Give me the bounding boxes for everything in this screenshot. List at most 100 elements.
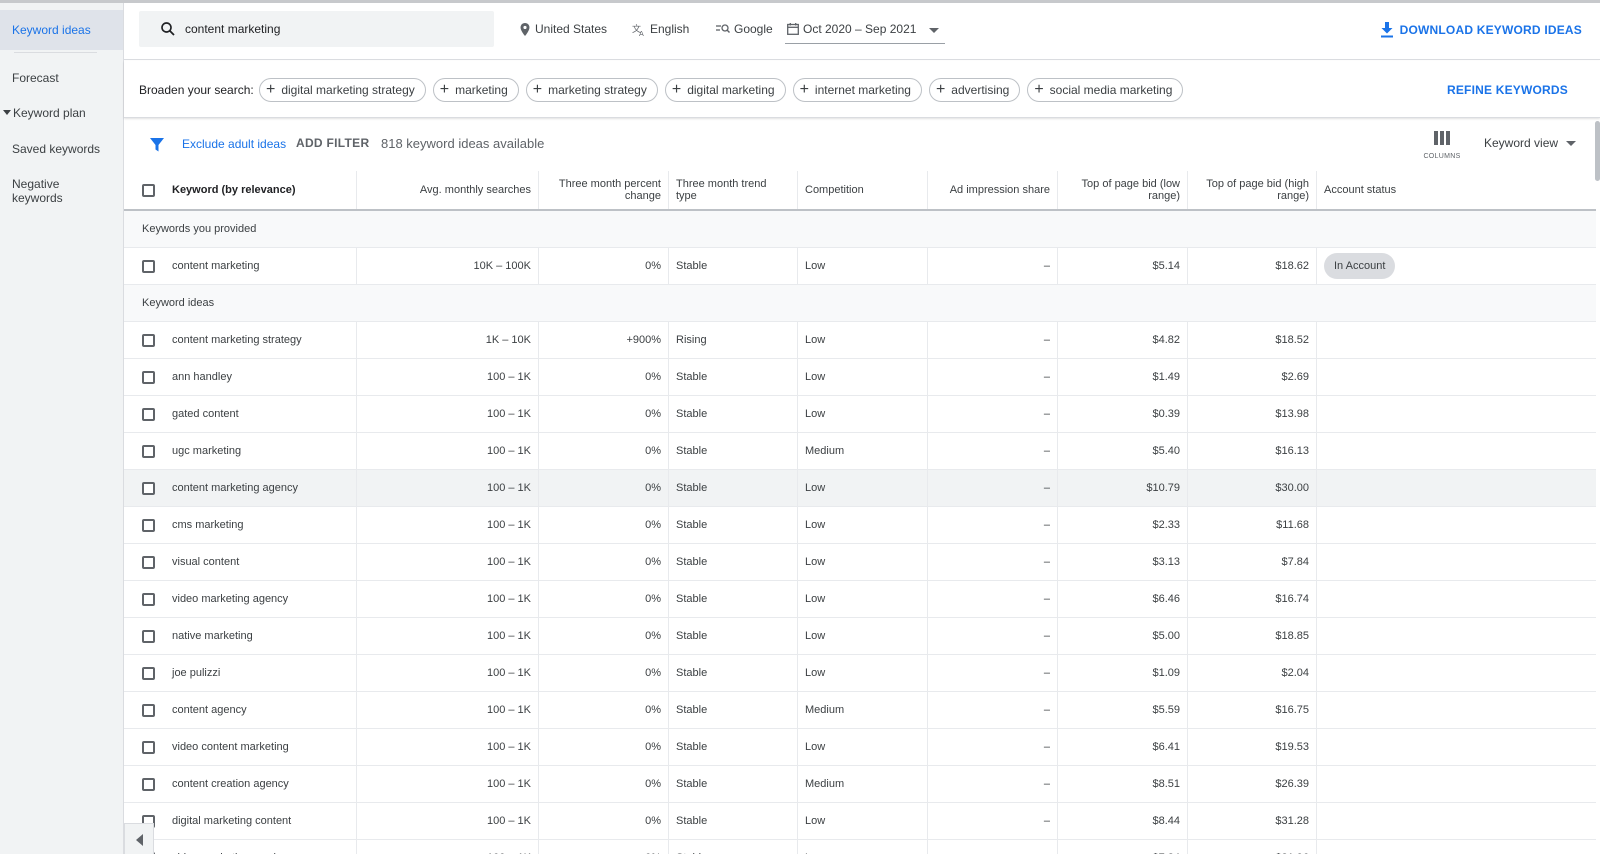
top-bar: content marketing United States 文A Engli… — [124, 3, 1600, 60]
broaden-chip[interactable]: + internet marketing — [792, 78, 922, 102]
table-row[interactable]: content marketing 10K – 100K 0% Stable L… — [124, 248, 1596, 285]
impression-share-cell: – — [928, 655, 1058, 691]
column-header-competition[interactable]: Competition — [798, 171, 928, 209]
columns-label: COLUMNS — [1423, 153, 1461, 160]
column-header-bid-high[interactable]: Top of page bid (high range) — [1188, 171, 1317, 209]
column-header-bid-low[interactable]: Top of page bid (low range) — [1058, 171, 1188, 209]
table-row[interactable]: content agency 100 – 1K 0% Stable Medium – $5.… — [124, 692, 1596, 729]
sidebar-divider — [14, 52, 97, 53]
table-row[interactable]: digital marketing content 100 – 1K 0% Stabl… — [124, 803, 1596, 840]
bid-high-cell: $11.68 — [1188, 507, 1317, 543]
column-header-account-status[interactable]: Account status — [1317, 171, 1596, 209]
competition-cell: Medium — [798, 433, 928, 469]
search-input[interactable]: content marketing — [139, 11, 494, 47]
table-row[interactable]: content marketing strategy 1K – 10K +900% R… — [124, 322, 1596, 359]
trend-cell: Stable — [669, 507, 798, 543]
searches-cell: 100 – 1K — [357, 581, 539, 617]
searches-cell: 100 – 1K — [357, 618, 539, 654]
account-status-cell — [1317, 396, 1596, 432]
column-header-keyword[interactable]: Keyword (by relevance) — [124, 171, 357, 209]
table-row[interactable]: video content marketing 100 – 1K 0% Stable L… — [124, 729, 1596, 766]
keyword-view-selector[interactable]: Keyword view — [1484, 136, 1577, 150]
bid-high-cell: $21.96 — [1188, 840, 1317, 854]
exclude-adult-ideas-filter[interactable]: Exclude adult ideas — [182, 137, 286, 151]
sidebar-item-negative-keywords[interactable]: Negative keywords — [0, 177, 90, 205]
language-selector[interactable]: 文A English — [632, 22, 689, 36]
bid-high-cell: $2.69 — [1188, 359, 1317, 395]
plus-icon: + — [671, 81, 682, 98]
bid-high-cell: $18.52 — [1188, 322, 1317, 358]
searches-cell: 100 – 1K — [357, 433, 539, 469]
trend-cell: Stable — [669, 766, 798, 802]
table-row[interactable]: joe pulizzi 100 – 1K 0% Stable Low – $1.09 $2.0… — [124, 655, 1596, 692]
keyword-cell: content agency — [124, 692, 357, 728]
broaden-chip[interactable]: + digital marketing strategy — [259, 78, 426, 102]
bid-low-cell: $10.79 — [1058, 470, 1188, 506]
broaden-chips: + digital marketing strategy + marketing +… — [259, 78, 1184, 102]
table-row[interactable]: cms marketing 100 – 1K 0% Stable Low – $2.33 $1… — [124, 507, 1596, 544]
sidebar-item-keyword-ideas[interactable]: Keyword ideas — [0, 10, 123, 50]
table-row[interactable]: visual content 100 – 1K 0% Stable Low – $3.13 $… — [124, 544, 1596, 581]
search-icon — [161, 22, 175, 36]
searches-cell: 100 – 1K — [357, 470, 539, 506]
network-search-icon — [716, 24, 730, 33]
in-account-badge: In Account — [1324, 253, 1396, 279]
broaden-chip[interactable]: + digital marketing — [664, 78, 786, 102]
change-cell: 0% — [539, 507, 669, 543]
account-status-cell — [1317, 803, 1596, 839]
impression-share-cell: – — [928, 470, 1058, 506]
table-row[interactable]: ugc marketing 100 – 1K 0% Stable Medium – $5.4… — [124, 433, 1596, 470]
refine-keywords-button[interactable]: REFINE KEYWORDS — [1447, 83, 1568, 97]
plus-icon: + — [439, 81, 450, 98]
keyword-cell: gated content — [124, 396, 357, 432]
trend-cell: Stable — [669, 803, 798, 839]
trend-cell: Stable — [669, 729, 798, 765]
scroll-left-button[interactable] — [124, 823, 154, 854]
table-row[interactable]: video marketing agency 100 – 1K 0% Stable Lo… — [124, 581, 1596, 618]
competition-cell: Low — [798, 618, 928, 654]
broaden-chip[interactable]: + social media marketing — [1027, 78, 1184, 102]
bid-low-cell: $5.59 — [1058, 692, 1188, 728]
dropdown-arrow-icon — [1566, 140, 1577, 146]
caret-down-icon — [3, 110, 11, 115]
vertical-scrollbar[interactable] — [1595, 121, 1600, 181]
searches-cell: 100 – 1K — [357, 766, 539, 802]
account-status-cell — [1317, 470, 1596, 506]
table-row[interactable]: video marketing services100 – 1K0%Stable… — [124, 840, 1596, 854]
sidebar-item-saved-keywords[interactable]: Saved keywords — [0, 141, 123, 157]
column-header-avg-monthly-searches[interactable]: Avg. monthly searches — [357, 171, 539, 209]
competition-cell: Low — [798, 359, 928, 395]
bid-high-cell: $16.13 — [1188, 433, 1317, 469]
column-header-three-month-change[interactable]: Three month percent change — [539, 171, 669, 209]
change-cell: 0% — [539, 248, 669, 284]
table-row[interactable]: content creation agency 100 – 1K 0% Stable M… — [124, 766, 1596, 803]
change-cell: 0% — [539, 470, 669, 506]
chip-label: social media marketing — [1049, 83, 1173, 97]
account-status-cell: In Account — [1317, 248, 1596, 284]
calendar-icon — [787, 23, 799, 35]
impression-share-cell: – — [928, 248, 1058, 284]
broaden-chip[interactable]: + advertising — [928, 78, 1021, 102]
impression-share-cell: – — [928, 840, 1058, 854]
columns-button[interactable]: COLUMNS — [1422, 131, 1462, 160]
chip-label: advertising — [951, 83, 1010, 97]
column-header-ad-impression-share[interactable]: Ad impression share — [928, 171, 1058, 209]
broaden-chip[interactable]: + marketing — [432, 78, 519, 102]
download-keyword-ideas-button[interactable]: DOWNLOAD KEYWORD IDEAS — [1380, 22, 1582, 38]
table-row[interactable]: native marketing 100 – 1K 0% Stable Low – $5.0… — [124, 618, 1596, 655]
date-range-selector[interactable]: Oct 2020 – Sep 2021 — [785, 16, 945, 44]
account-status-cell — [1317, 322, 1596, 358]
location-selector[interactable]: United States — [519, 22, 607, 36]
network-selector[interactable]: Google — [716, 22, 773, 36]
sidebar-item-forecast[interactable]: Forecast — [0, 70, 123, 86]
download-icon — [1380, 22, 1393, 38]
broaden-chip[interactable]: + marketing strategy — [525, 78, 658, 102]
bid-high-cell: $7.84 — [1188, 544, 1317, 580]
table-row[interactable]: gated content 100 – 1K 0% Stable Low – $0.39 $1… — [124, 396, 1596, 433]
column-header-trend-type[interactable]: Three month trend type — [669, 171, 798, 209]
filter-icon[interactable] — [149, 137, 165, 153]
table-row[interactable]: content marketing agency 100 – 1K 0% Stable… — [124, 470, 1596, 507]
add-filter-button[interactable]: ADD FILTER — [296, 136, 369, 150]
table-row[interactable]: ann handley 100 – 1K 0% Stable Low – $1.49 $2.6… — [124, 359, 1596, 396]
sidebar-item-keyword-plan[interactable]: Keyword plan — [0, 105, 123, 121]
